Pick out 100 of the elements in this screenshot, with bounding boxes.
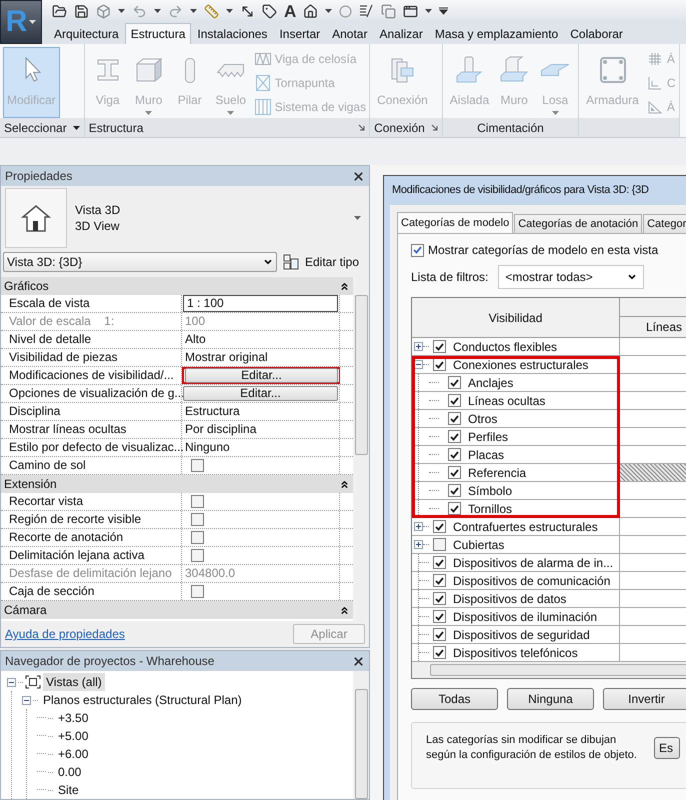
- dialog-button[interactable]: Todas: [411, 688, 498, 710]
- checkbox[interactable]: [411, 244, 424, 256]
- ribbon-tab[interactable]: Masa y emplazamiento: [428, 23, 564, 44]
- checkbox[interactable]: [448, 394, 461, 407]
- property-label: Desfase de delimitación lejano: [1, 565, 182, 582]
- save-icon[interactable]: [74, 4, 89, 18]
- browser-tree-item[interactable]: +5.00: [55, 727, 92, 745]
- caret-icon[interactable]: [226, 9, 233, 13]
- ribbon-tab[interactable]: Instalaciones: [191, 23, 274, 44]
- close-icon[interactable]: [352, 170, 365, 182]
- checkbox[interactable]: [433, 628, 446, 641]
- diagonal-arrow-icon[interactable]: [240, 4, 255, 18]
- edit-type-button[interactable]: Editar tipo: [305, 253, 360, 271]
- checkbox[interactable]: [191, 531, 204, 544]
- collapse-icon[interactable]: [339, 280, 350, 292]
- checkbox[interactable]: [433, 520, 446, 533]
- checkbox[interactable]: [191, 549, 204, 562]
- horizontal-scrollbar[interactable]: [412, 662, 686, 678]
- open-folder-icon[interactable]: [52, 4, 67, 18]
- checkbox[interactable]: [191, 495, 204, 508]
- browser-tree-item[interactable]: Vistas (all): [43, 673, 105, 691]
- checkbox[interactable]: [448, 412, 461, 425]
- caret-icon[interactable]: [425, 9, 432, 13]
- checkbox[interactable]: [448, 430, 461, 443]
- caret-icon[interactable]: [325, 9, 332, 13]
- checkbox[interactable]: [191, 585, 204, 598]
- checkbox[interactable]: [433, 340, 446, 353]
- lines-icon[interactable]: [359, 4, 374, 18]
- dialog-launcher-icon[interactable]: [358, 124, 366, 131]
- expand-toggle[interactable]: [22, 696, 31, 704]
- category-name: Líneas ocultas: [468, 392, 546, 410]
- circle-icon[interactable]: [339, 4, 352, 18]
- checkbox[interactable]: [433, 556, 446, 569]
- tag-icon[interactable]: [262, 4, 277, 18]
- help-link[interactable]: Ayuda de propiedades: [5, 625, 125, 643]
- ruler-icon[interactable]: [204, 4, 219, 18]
- switch-windows-icon[interactable]: [403, 4, 418, 18]
- browser-tree-item[interactable]: +6.00: [55, 745, 92, 763]
- dialog-tab[interactable]: Categorías de modelo: [397, 212, 514, 233]
- filter-dropdown[interactable]: <mostrar todas>: [498, 265, 644, 289]
- expand-toggle[interactable]: [414, 540, 423, 549]
- cube-icon[interactable]: [96, 4, 111, 18]
- object-styles-button[interactable]: Es: [654, 737, 680, 759]
- property-value: Mostrar original: [184, 349, 269, 366]
- checkbox[interactable]: [448, 466, 461, 479]
- caret-icon[interactable]: [154, 9, 161, 13]
- section-title: Gráficos: [4, 278, 49, 295]
- checkbox[interactable]: [191, 459, 204, 472]
- dialog-tab[interactable]: Categorías de anotación: [514, 214, 642, 233]
- text-tool-button[interactable]: A: [284, 2, 296, 20]
- ribbon-tab[interactable]: Colaborar: [564, 23, 629, 44]
- ribbon-tab[interactable]: Estructura: [124, 23, 192, 44]
- checkbox[interactable]: [433, 358, 446, 371]
- dialog-launcher-icon[interactable]: [430, 124, 438, 131]
- caret-icon[interactable]: [190, 9, 197, 13]
- checkbox[interactable]: [448, 376, 461, 389]
- expand-toggle[interactable]: [414, 522, 423, 531]
- collapse-icon[interactable]: [339, 604, 350, 616]
- edit-button[interactable]: Editar...: [183, 386, 338, 401]
- checkbox[interactable]: [448, 502, 461, 515]
- panel-title: Navegador de proyectos - Wharehouse: [5, 653, 214, 670]
- checkbox[interactable]: [433, 574, 446, 587]
- edit-button[interactable]: Editar...: [185, 368, 338, 383]
- expand-toggle[interactable]: [7, 678, 16, 686]
- expand-toggle[interactable]: [414, 360, 423, 369]
- browser-tree-item[interactable]: 0.00: [55, 763, 84, 781]
- house-icon[interactable]: [303, 4, 318, 18]
- customize-toolbar-icon[interactable]: [439, 7, 448, 15]
- ribbon-tab[interactable]: Insertar: [273, 23, 326, 44]
- column-header[interactable]: Visibilidad: [412, 298, 620, 337]
- expand-toggle[interactable]: [414, 342, 423, 351]
- browser-tree-item[interactable]: Planos estructurales (Structural Plan): [40, 691, 245, 709]
- column-header[interactable]: Líneas: [620, 317, 686, 337]
- browser-tree-item[interactable]: Site: [55, 781, 82, 799]
- checkbox[interactable]: [433, 610, 446, 623]
- dialog-button[interactable]: Ninguna: [507, 688, 594, 710]
- instance-selector[interactable]: Vista 3D: {3D}: [3, 252, 277, 272]
- ribbon-tab[interactable]: Arquitectura: [48, 23, 125, 44]
- caret-icon[interactable]: [118, 9, 125, 13]
- dialog-button[interactable]: Invertir: [603, 688, 686, 710]
- checkbox[interactable]: [191, 513, 204, 526]
- truss-icon: [254, 51, 271, 67]
- dialog-tab[interactable]: Categor: [643, 214, 686, 233]
- browser-tree-item[interactable]: +3.50: [55, 709, 92, 727]
- collapse-icon[interactable]: [339, 478, 350, 490]
- caret-icon[interactable]: [29, 20, 36, 24]
- lines-cell[interactable]: [620, 464, 686, 482]
- close-icon[interactable]: [352, 654, 365, 668]
- property-value: Alto: [184, 331, 207, 348]
- property-value-field[interactable]: 1 : 100: [183, 295, 338, 312]
- checkbox[interactable]: [448, 448, 461, 461]
- checkbox[interactable]: [433, 592, 446, 605]
- ribbon-tab[interactable]: Anotar: [326, 23, 374, 44]
- caret-icon[interactable]: [72, 126, 80, 130]
- checkbox-label: Mostrar categorías de modelo en esta vista: [428, 242, 658, 259]
- checkbox[interactable]: [433, 646, 446, 659]
- ribbon-tab[interactable]: Analizar: [373, 23, 429, 44]
- category-name: Conductos flexibles: [453, 338, 558, 356]
- checkbox[interactable]: [448, 484, 461, 497]
- checkbox[interactable]: [433, 538, 446, 551]
